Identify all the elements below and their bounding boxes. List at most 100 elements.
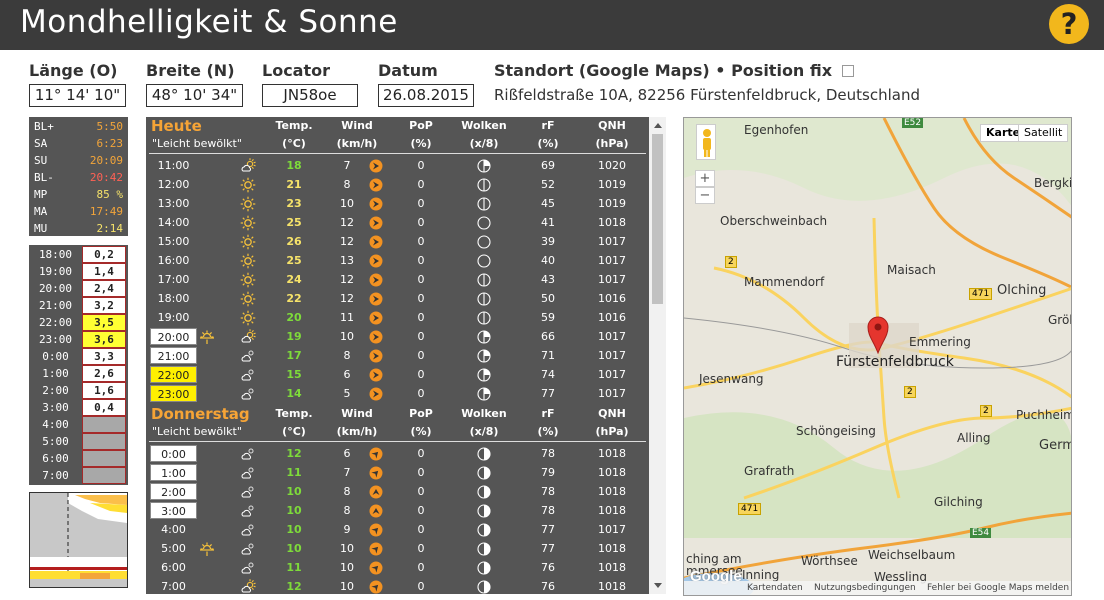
row-wind-speed: 13 [340, 254, 354, 267]
zoom-in-button[interactable]: + [695, 170, 715, 187]
forecast-row[interactable]: 5:00 10 10 0 77 1018 [146, 539, 649, 558]
map-footer-fehler-melden[interactable]: Fehler bei Google Maps melden [927, 581, 1069, 595]
moon-hour-label: 23:00 [38, 333, 73, 346]
datum-label: Datum [378, 61, 438, 80]
column-unit-rf: (%) [537, 425, 559, 438]
cloud-cover-okta-icon [476, 560, 492, 576]
sun-value: 20:42 [89, 171, 123, 184]
column-header-temp: Temp. [275, 119, 313, 132]
map-label-weichselbaum: Weichselbaum [868, 548, 956, 562]
moon-brightness-value [82, 416, 126, 433]
map-label-puchheim: Puchheim [1016, 408, 1072, 422]
forecast-scrollbar[interactable] [649, 117, 666, 594]
forecast-row[interactable]: 4:00 10 9 0 77 1017 [146, 520, 649, 539]
row-wind-speed: 8 [343, 485, 351, 498]
row-wind-speed: 11 [340, 311, 354, 324]
forecast-row[interactable]: 6:00 11 10 0 76 1018 [146, 558, 649, 577]
map-type-satellit-button[interactable]: Satellit [1018, 124, 1069, 142]
google-map[interactable]: Karte Satellit + − Egenhofen Bergkirc Ob… [683, 117, 1072, 596]
hourly-forecast-table[interactable]: Heute Temp. Wind PoP Wolken rF QNH "Leicht bewö… [146, 117, 666, 594]
forecast-row[interactable]: 13:00 23 10 0 45 1019 [146, 194, 649, 213]
forecast-row[interactable]: 20:00 19 10 0 66 1017 [146, 327, 649, 346]
row-wind-speed: 10 [340, 542, 354, 555]
row-pop: 0 [417, 485, 425, 498]
sunrise-sunset-icon [199, 329, 215, 345]
moon-brightness-value: 0,4 [82, 399, 126, 416]
forecast-row[interactable]: 15:00 26 12 0 39 1017 [146, 232, 649, 251]
zoom-out-button[interactable]: − [695, 187, 715, 204]
forecast-row[interactable]: 11:00 18 7 0 69 1020 [146, 156, 649, 175]
position-fix-checkbox[interactable] [842, 65, 854, 77]
map-marker-icon[interactable] [867, 316, 889, 355]
forecast-row[interactable]: 22:00 15 6 0 74 1017 [146, 365, 649, 384]
forecast-row[interactable]: 14:00 25 12 0 41 1018 [146, 213, 649, 232]
row-temp: 10 [286, 542, 302, 555]
row-wind-speed: 12 [340, 273, 354, 286]
help-button[interactable]: ? [1049, 4, 1089, 44]
forecast-section-header: Donnerstag Temp. Wind PoP Wolken rF QNH [146, 405, 649, 424]
map-footer-kartendaten[interactable]: Kartendaten [747, 581, 803, 595]
moon-hour-label: 3:00 [42, 401, 69, 414]
cloud-cover-okta-icon [476, 158, 492, 174]
map-footer-nutzungsbedingungen[interactable]: Nutzungsbedingungen [814, 581, 916, 595]
forecast-row[interactable]: 18:00 22 12 0 50 1016 [146, 289, 649, 308]
street-view-pegman-icon[interactable] [696, 124, 716, 160]
locator-field[interactable]: JN58oe [262, 84, 358, 107]
scroll-up-arrow[interactable] [654, 123, 662, 128]
row-temp: 25 [286, 254, 302, 267]
row-qnh: 1018 [598, 580, 626, 593]
sun-value: 6:23 [96, 137, 124, 150]
forecast-row[interactable]: 17:00 24 12 0 43 1017 [146, 270, 649, 289]
scroll-thumb[interactable] [652, 134, 663, 304]
partly-sunny-icon [240, 579, 256, 594]
cloud-cover-okta-icon [476, 446, 492, 462]
sun-value: 20:09 [89, 154, 123, 167]
forecast-row[interactable]: 16:00 25 13 0 40 1017 [146, 251, 649, 270]
laenge-label: Länge (O) [29, 61, 118, 80]
forecast-row[interactable]: 1:00 11 7 0 79 1018 [146, 463, 649, 482]
row-wind-speed: 10 [340, 580, 354, 593]
column-header-wolken: Wolken [461, 407, 507, 420]
forecast-row[interactable]: 23:00 14 5 0 77 1017 [146, 384, 649, 403]
row-humidity: 76 [541, 580, 555, 593]
moon-hour-label: 1:00 [42, 367, 69, 380]
moon-hour-row: 20:00 2,4 [29, 280, 128, 297]
forecast-row[interactable]: 0:00 12 6 0 78 1018 [146, 444, 649, 463]
wind-direction-icon [368, 484, 384, 500]
cloud-cover-okta-icon [476, 196, 492, 212]
row-pop: 0 [417, 580, 425, 593]
datum-field[interactable]: 26.08.2015 [378, 84, 474, 107]
row-time: 22:00 [150, 366, 197, 383]
row-pop: 0 [417, 311, 425, 324]
row-pop: 0 [417, 197, 425, 210]
section-divider [149, 441, 646, 442]
row-qnh: 1018 [598, 542, 626, 555]
row-temp: 11 [286, 466, 302, 479]
sun-moon-times-panel: BL+ 5:50 SA 6:23 SU 20:09 BL- 20:42 MP 85 % MA 17:4… [29, 117, 128, 236]
row-qnh: 1017 [598, 523, 626, 536]
row-wind-speed: 10 [340, 330, 354, 343]
forecast-row[interactable]: 19:00 20 11 0 59 1016 [146, 308, 649, 327]
row-time: 14:00 [157, 216, 190, 229]
forecast-row[interactable]: 12:00 21 8 0 52 1019 [146, 175, 649, 194]
cloud-cover-okta-icon [476, 503, 492, 519]
map-label-egenhofen: Egenhofen [744, 123, 809, 137]
row-time: 18:00 [157, 292, 190, 305]
partly-cloudy-night-icon [240, 541, 256, 557]
sun-row: MP 85 % [34, 186, 123, 203]
map-label-grafrath: Grafrath [744, 464, 795, 478]
partly-cloudy-night-icon [240, 465, 256, 481]
row-wind-speed: 8 [343, 349, 351, 362]
breite-field[interactable]: 48° 10' 34" [146, 84, 243, 107]
moon-brightness-value: 3,5 [82, 314, 126, 331]
wind-direction-icon [368, 560, 384, 576]
forecast-row[interactable]: 7:00 12 10 0 76 1018 [146, 577, 649, 594]
forecast-row[interactable]: 3:00 10 8 0 78 1018 [146, 501, 649, 520]
row-time: 5:00 [161, 542, 186, 555]
laenge-field[interactable]: 11° 14' 10" [29, 84, 126, 107]
forecast-row[interactable]: 2:00 10 8 0 78 1018 [146, 482, 649, 501]
forecast-row[interactable]: 21:00 17 8 0 71 1017 [146, 346, 649, 365]
column-header-wolken: Wolken [461, 119, 507, 132]
wind-direction-icon [368, 386, 384, 402]
scroll-down-arrow[interactable] [654, 583, 662, 588]
